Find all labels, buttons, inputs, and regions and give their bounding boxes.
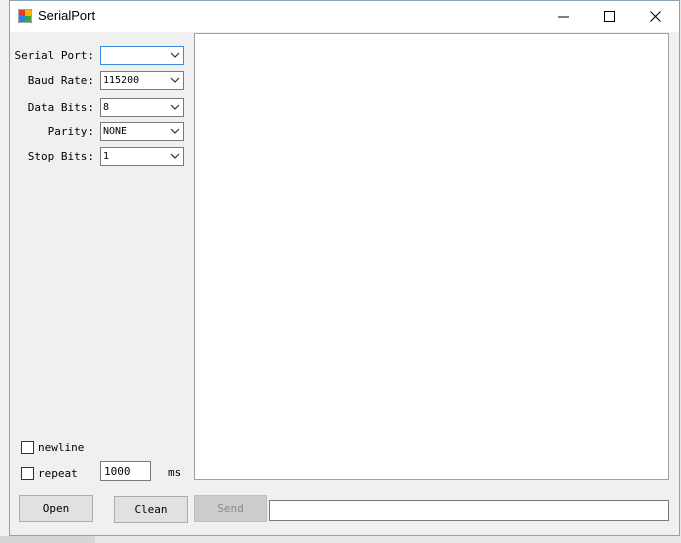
data-bits-value: 8 [103, 102, 110, 113]
repeat-interval-value: 1000 [104, 465, 131, 478]
window-title: SerialPort [38, 8, 96, 23]
send-button[interactable]: Send [194, 495, 267, 522]
repeat-checkbox[interactable] [21, 467, 34, 480]
parity-combobox[interactable]: NONE [100, 122, 184, 141]
stop-bits-label: Stop Bits: [27, 150, 94, 163]
data-bits-combobox[interactable]: 8 [100, 98, 184, 117]
stop-bits-combobox[interactable]: 1 [100, 147, 184, 166]
repeat-label[interactable]: repeat [38, 467, 78, 480]
parity-value: NONE [103, 126, 128, 137]
background-taskbar-fragment [0, 536, 95, 543]
minimize-icon [558, 16, 569, 18]
close-button[interactable] [633, 1, 679, 32]
newline-label[interactable]: newline [38, 441, 84, 454]
serial-port-label: Serial Port: [14, 49, 94, 62]
serial-port-combobox[interactable] [100, 46, 184, 65]
maximize-icon [604, 11, 615, 22]
chevron-down-icon [170, 153, 180, 159]
background-window-strip [0, 0, 9, 543]
data-bits-label: Data Bits: [27, 101, 94, 114]
app-icon [18, 9, 32, 23]
repeat-unit-label: ms [168, 466, 182, 479]
open-button[interactable]: Open [19, 495, 93, 522]
serialport-window: SerialPort Serial Port: Baud Rate: 11520… [9, 0, 680, 536]
title-bar[interactable]: SerialPort [10, 1, 679, 32]
stop-bits-value: 1 [103, 151, 110, 162]
receive-textarea[interactable] [194, 33, 669, 480]
chevron-down-icon [170, 104, 180, 110]
maximize-button[interactable] [587, 1, 633, 32]
repeat-interval-input[interactable]: 1000 [100, 461, 151, 481]
baud-rate-label: Baud Rate: [27, 74, 94, 87]
newline-checkbox[interactable] [21, 441, 34, 454]
chevron-down-icon [170, 77, 180, 83]
clean-button[interactable]: Clean [114, 496, 188, 523]
minimize-button[interactable] [541, 1, 587, 32]
chevron-down-icon [170, 128, 180, 134]
close-icon [650, 11, 661, 22]
chevron-down-icon [170, 52, 180, 58]
parity-label: Parity: [47, 125, 94, 138]
baud-rate-value: 115200 [103, 75, 140, 86]
baud-rate-combobox[interactable]: 115200 [100, 71, 184, 90]
send-input[interactable] [269, 500, 669, 521]
